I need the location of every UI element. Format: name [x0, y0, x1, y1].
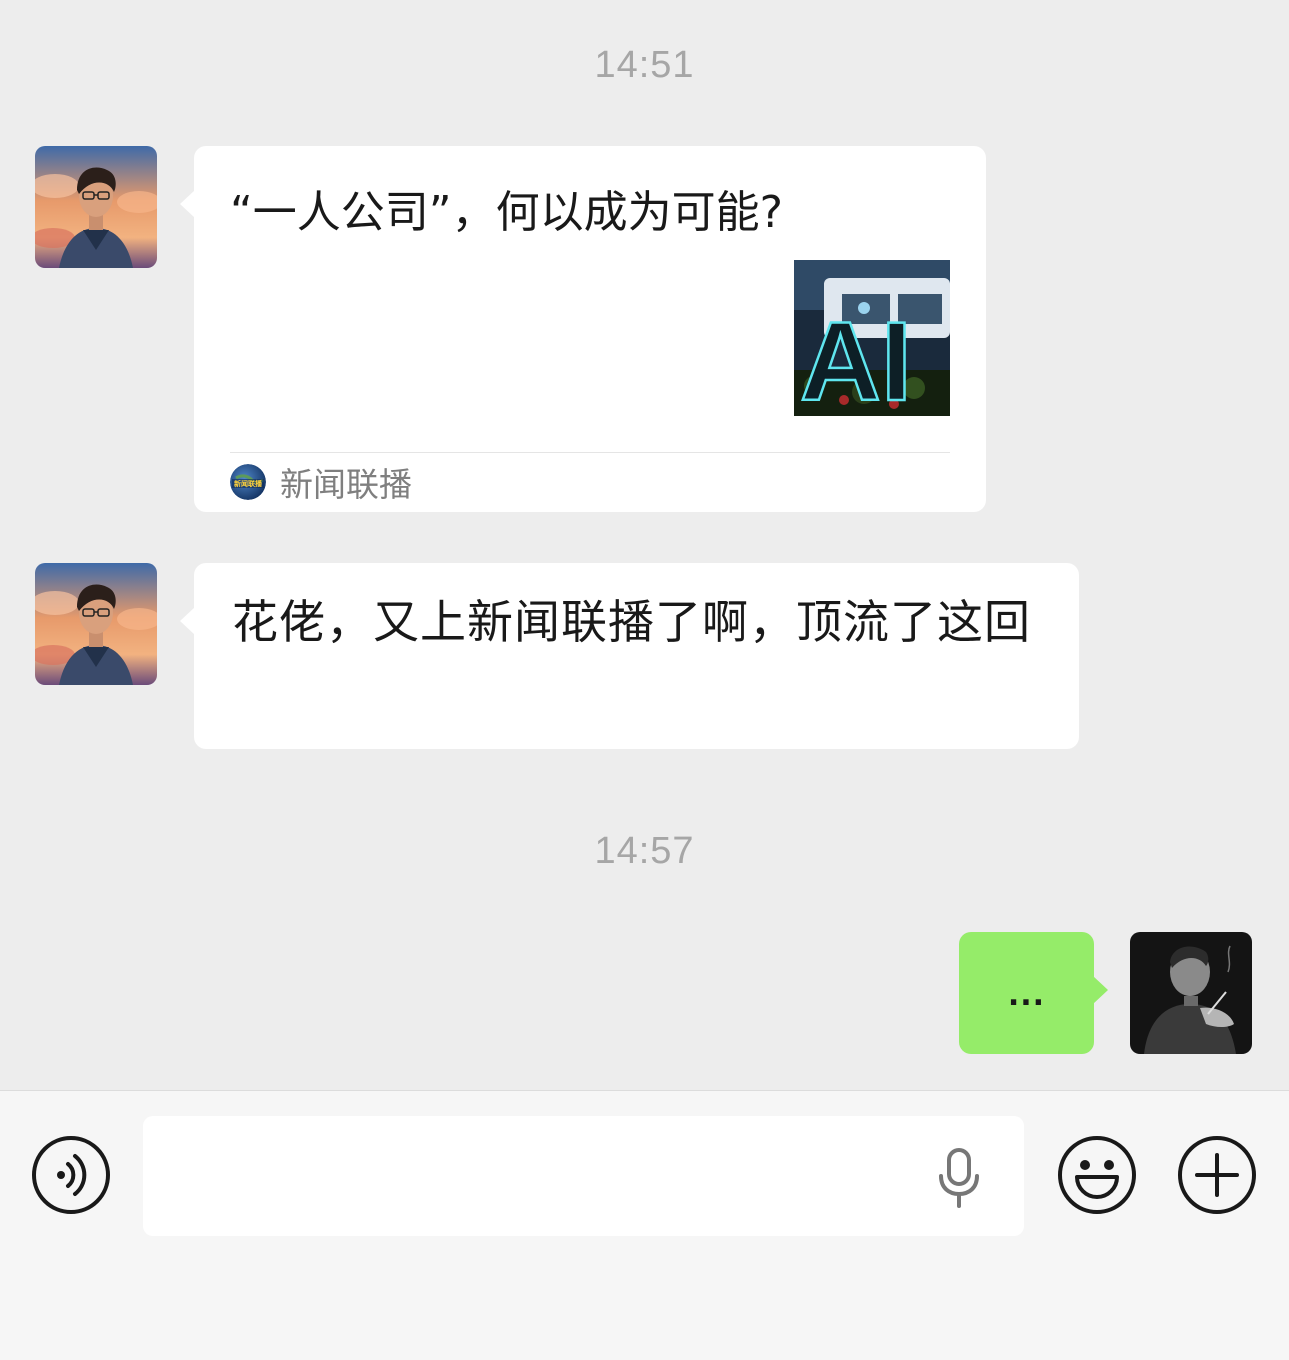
thumbnail-ai-text: AI — [800, 299, 912, 416]
chat-message-list[interactable]: 14:51 “一人公司”，何以成为可能? AI 新闻联播 新闻联播 花佬，又上新… — [0, 0, 1289, 1090]
voice-wave-icon — [32, 1136, 110, 1214]
more-actions-button[interactable] — [1177, 1135, 1257, 1215]
link-card-message[interactable]: “一人公司”，何以成为可能? AI 新闻联播 新闻联播 — [180, 146, 986, 512]
link-card-thumbnail: AI — [794, 260, 950, 416]
message-text: ... — [1007, 978, 1046, 1013]
message-input[interactable] — [143, 1116, 1024, 1236]
voice-mode-button[interactable] — [31, 1135, 111, 1215]
svg-text:新闻联播: 新闻联播 — [234, 479, 263, 488]
message-text: 花佬，又上新闻联播了啊，顶流了这回 — [232, 595, 1031, 649]
outgoing-text-message[interactable]: ... — [959, 932, 1108, 1054]
emoji-button[interactable] — [1057, 1135, 1137, 1215]
text-message[interactable]: 花佬，又上新闻联播了啊，顶流了这回 — [180, 563, 1079, 749]
smiley-icon — [1058, 1136, 1136, 1214]
contact-avatar[interactable] — [35, 563, 157, 685]
my-avatar[interactable] — [1130, 932, 1252, 1054]
link-card-title: “一人公司”，何以成为可能? — [230, 187, 783, 238]
message-timestamp: 14:51 — [594, 44, 695, 86]
link-card-divider — [230, 452, 950, 453]
plus-icon — [1178, 1136, 1256, 1214]
message-timestamp: 14:57 — [594, 830, 695, 872]
news-channel-logo-icon: 新闻联播 — [230, 464, 266, 500]
link-card-source-name: 新闻联播 — [280, 465, 412, 504]
microphone-icon[interactable] — [933, 1148, 985, 1208]
chat-input-bar — [0, 1090, 1289, 1360]
contact-avatar[interactable] — [35, 146, 157, 268]
link-card-source: 新闻联播 新闻联播 — [230, 462, 412, 504]
